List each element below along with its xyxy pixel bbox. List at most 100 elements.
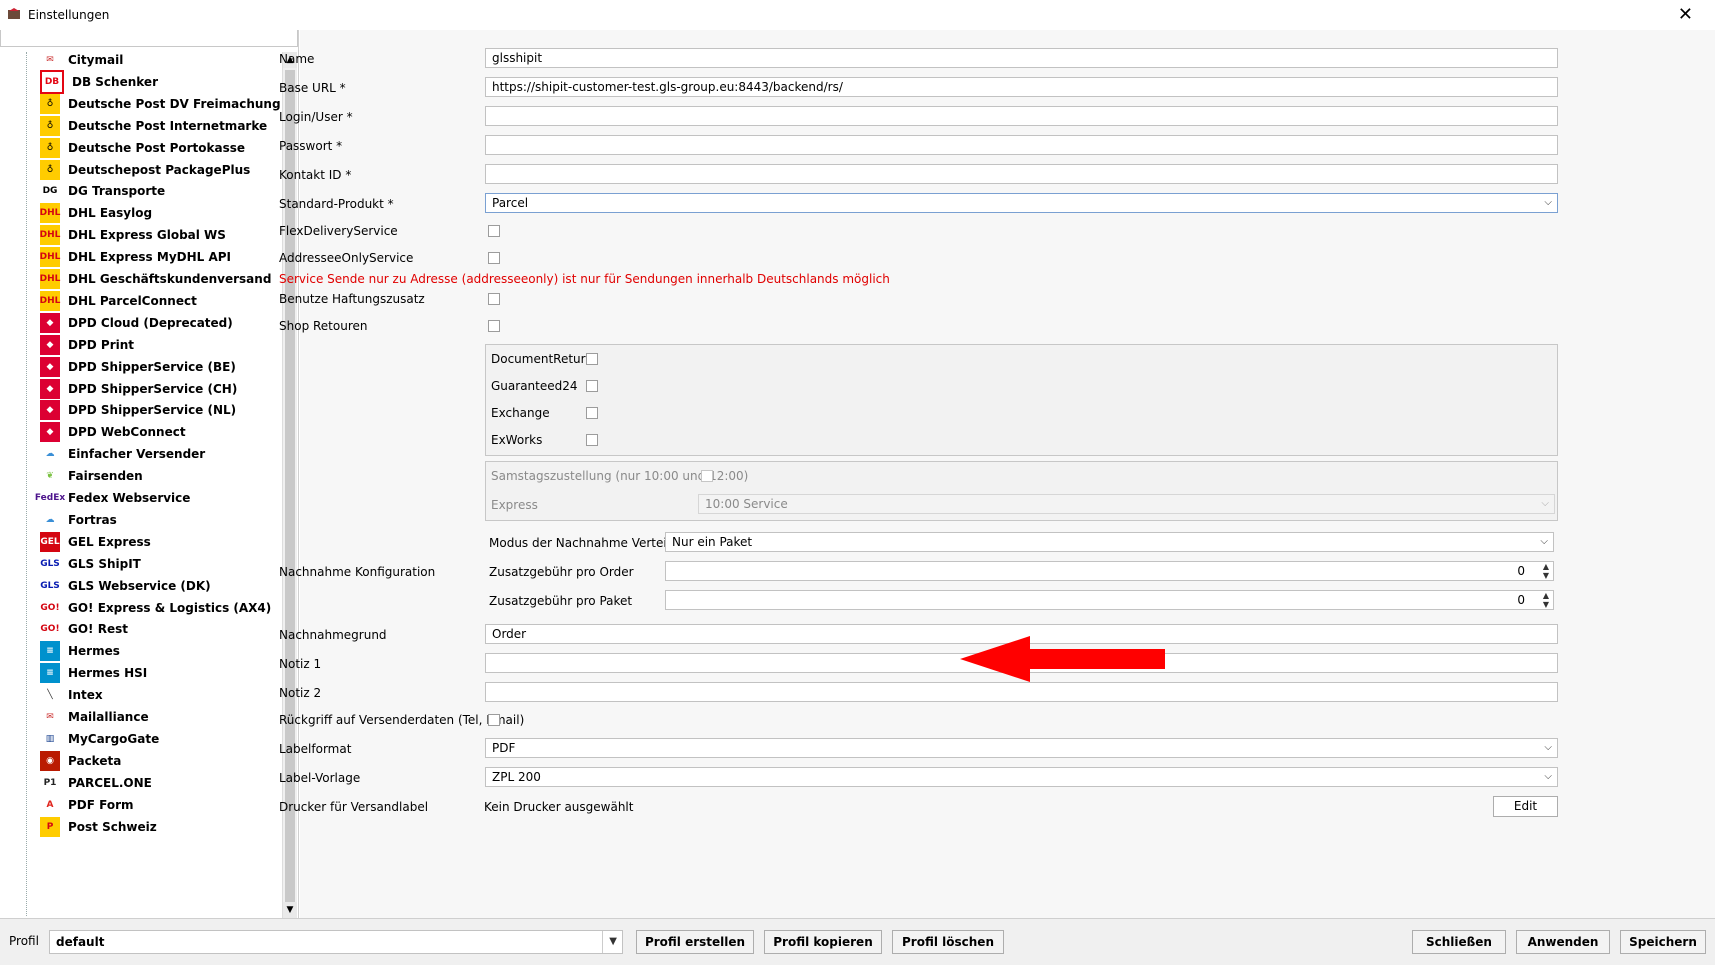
carrier-item[interactable]: GLS GLS Webservice (DK) (40, 574, 211, 598)
sender-data-checkbox[interactable] (488, 714, 500, 726)
order-fee-input[interactable]: 0 ▲ ▼ (665, 561, 1554, 581)
carrier-item[interactable]: DHL DHL ParcelConnect (40, 289, 197, 313)
app-icon (8, 8, 20, 19)
addressee-only-checkbox[interactable] (488, 252, 500, 264)
product-select[interactable]: Parcel ⌵ (485, 193, 1558, 213)
carrier-item[interactable]: ❦ Fairsenden (40, 464, 143, 488)
carrier-item[interactable]: P Post Schweiz (40, 815, 157, 839)
shop-returns-checkbox[interactable] (488, 320, 500, 332)
base-url-label: Base URL * (279, 81, 346, 95)
carrier-item[interactable]: DHL DHL Express MyDHL API (40, 245, 231, 269)
carrier-item[interactable]: DG DG Transporte (40, 179, 165, 203)
carrier-label: MyCargoGate (68, 731, 160, 746)
addressee-only-label: AddresseeOnlyService (279, 251, 414, 265)
password-input[interactable] (485, 135, 1558, 155)
cod-mode-select[interactable]: Nur ein Paket ⌵ (665, 532, 1554, 552)
create-profile-button[interactable]: Profil erstellen (636, 930, 754, 954)
carrier-item[interactable]: ≡ Hermes HSI (40, 661, 147, 685)
package-fee-input[interactable]: 0 ▲ ▼ (665, 590, 1554, 610)
carrier-item[interactable]: ♁ Deutsche Post DV Freimachung (40, 92, 281, 116)
carrier-item[interactable]: GLS GLS ShipIT (40, 552, 141, 576)
carrier-item[interactable]: ♁ Deutschepost PackagePlus (40, 158, 250, 182)
carrier-item[interactable]: ▥ MyCargoGate (40, 727, 159, 751)
carrier-item[interactable]: GEL GEL Express (40, 530, 151, 554)
carrier-item[interactable]: ◆ DPD ShipperService (NL) (40, 398, 236, 422)
chevron-down-icon: ⌵ (1544, 771, 1552, 782)
close-button[interactable]: Schließen (1412, 930, 1506, 954)
carrier-item[interactable]: ☁ Fortras (40, 508, 117, 532)
scroll-down-icon[interactable]: ▼ (283, 902, 297, 918)
carrier-item[interactable]: ◆ DPD Print (40, 333, 134, 357)
edit-printer-button[interactable]: Edit (1493, 796, 1558, 817)
carrier-item[interactable]: A PDF Form (40, 793, 134, 817)
label-template-select[interactable]: ZPL 200 ⌵ (485, 767, 1558, 787)
carrier-label: DPD WebConnect (68, 425, 186, 440)
save-button[interactable]: Speichern (1620, 930, 1706, 954)
carrier-label: Post Schweiz (68, 819, 157, 834)
carrier-label: Hermes HSI (68, 666, 148, 681)
carrier-item[interactable]: FedEx Fedex Webservice (35, 486, 190, 510)
express-select[interactable]: 10:00 Service ⌵ (698, 494, 1555, 514)
exchange-checkbox[interactable] (586, 407, 598, 419)
carrier-item[interactable]: ◆ DPD WebConnect (40, 420, 186, 444)
copy-profile-button[interactable]: Profil kopieren (764, 930, 882, 954)
carrier-item[interactable]: GO! GO! Express & Logistics (AX4) (40, 596, 271, 620)
carrier-label: DG Transporte (68, 184, 166, 199)
login-input[interactable] (485, 106, 1558, 126)
exworks-checkbox[interactable] (586, 434, 598, 446)
contact-id-input[interactable] (485, 164, 1558, 184)
name-input[interactable]: glsshipit (485, 48, 1558, 68)
saturday-delivery-checkbox[interactable] (701, 470, 713, 482)
dhl-logo-icon: DHL (40, 203, 60, 224)
base-url-input[interactable]: https://shipit-customer-test.gls-group.e… (485, 77, 1558, 97)
carrier-label: DHL Express Global WS (68, 228, 226, 243)
carrier-label: DHL Easylog (68, 206, 153, 221)
apply-button[interactable]: Anwenden (1516, 930, 1610, 954)
document-return-checkbox[interactable] (586, 353, 598, 365)
profile-select[interactable]: default ▼ (49, 930, 623, 954)
cloud-icon: ☁ (40, 444, 60, 465)
carrier-item[interactable]: ╲ Intex (40, 683, 103, 707)
carrier-item[interactable]: ♁ Deutsche Post Internetmarke (40, 114, 267, 138)
stepper-icon[interactable]: ▲ ▼ (1541, 562, 1551, 580)
note2-label: Notiz 2 (279, 686, 322, 700)
note2-input[interactable] (485, 682, 1558, 702)
dpd-cube-icon: ◆ (40, 378, 60, 399)
carrier-item[interactable]: ☁ Einfacher Versender (40, 442, 205, 466)
product-value: Parcel (492, 196, 529, 210)
carrier-item[interactable]: ✉ Mailalliance (40, 705, 149, 729)
gls-logo-icon: GLS (40, 553, 60, 574)
chevron-down-icon: ⌵ (1544, 742, 1552, 753)
carrier-item[interactable]: DB DB Schenker (40, 69, 158, 94)
close-window-icon[interactable]: ✕ (1678, 4, 1693, 25)
saturday-express-group: Samstagszustellung (nur 10:00 und 12:00)… (485, 461, 1558, 521)
carrier-item[interactable]: DHL DHL Easylog (40, 201, 152, 225)
carrier-item[interactable]: ◆ DPD ShipperService (CH) (40, 377, 237, 401)
liability-checkbox[interactable] (488, 293, 500, 305)
printer-label: Drucker für Versandlabel (279, 800, 429, 814)
password-label: Passwort * (279, 139, 343, 153)
carrier-item[interactable]: DHL DHL Geschäftskundenversand (40, 267, 271, 291)
post-horn-icon: ♁ (40, 137, 60, 158)
carrier-item[interactable]: DHL DHL Express Global WS (40, 223, 226, 247)
delete-profile-button[interactable]: Profil löschen (892, 930, 1004, 954)
carrier-item[interactable]: P1 PARCEL.ONE (40, 771, 152, 795)
flex-delivery-checkbox[interactable] (488, 225, 500, 237)
carrier-item[interactable]: ♁ Deutsche Post Portokasse (40, 136, 245, 160)
dpd-cube-icon: ◆ (40, 312, 60, 333)
note1-label: Notiz 1 (279, 657, 322, 671)
carrier-label: Fortras (68, 512, 117, 527)
label-format-select[interactable]: PDF ⌵ (485, 738, 1558, 758)
carrier-filter-input[interactable] (0, 30, 298, 47)
carrier-item[interactable]: ◉ Packeta (40, 749, 121, 773)
carrier-label: Deutsche Post Portokasse (68, 140, 246, 155)
guaranteed24-checkbox[interactable] (586, 380, 598, 392)
carrier-label: DPD ShipperService (NL) (68, 403, 237, 418)
stepper-icon[interactable]: ▲ ▼ (1541, 591, 1551, 609)
annotation-arrow-icon (960, 636, 1165, 682)
carrier-item[interactable]: GO! GO! Rest (40, 617, 128, 641)
carrier-item[interactable]: ◆ DPD ShipperService (BE) (40, 355, 236, 379)
carrier-item[interactable]: ≡ Hermes (40, 639, 120, 663)
carrier-item[interactable]: ◆ DPD Cloud (Deprecated) (40, 311, 233, 335)
carrier-tree: ✉ Citymail DB DB Schenker ♁ Deutsche Post DV … (0, 52, 282, 916)
